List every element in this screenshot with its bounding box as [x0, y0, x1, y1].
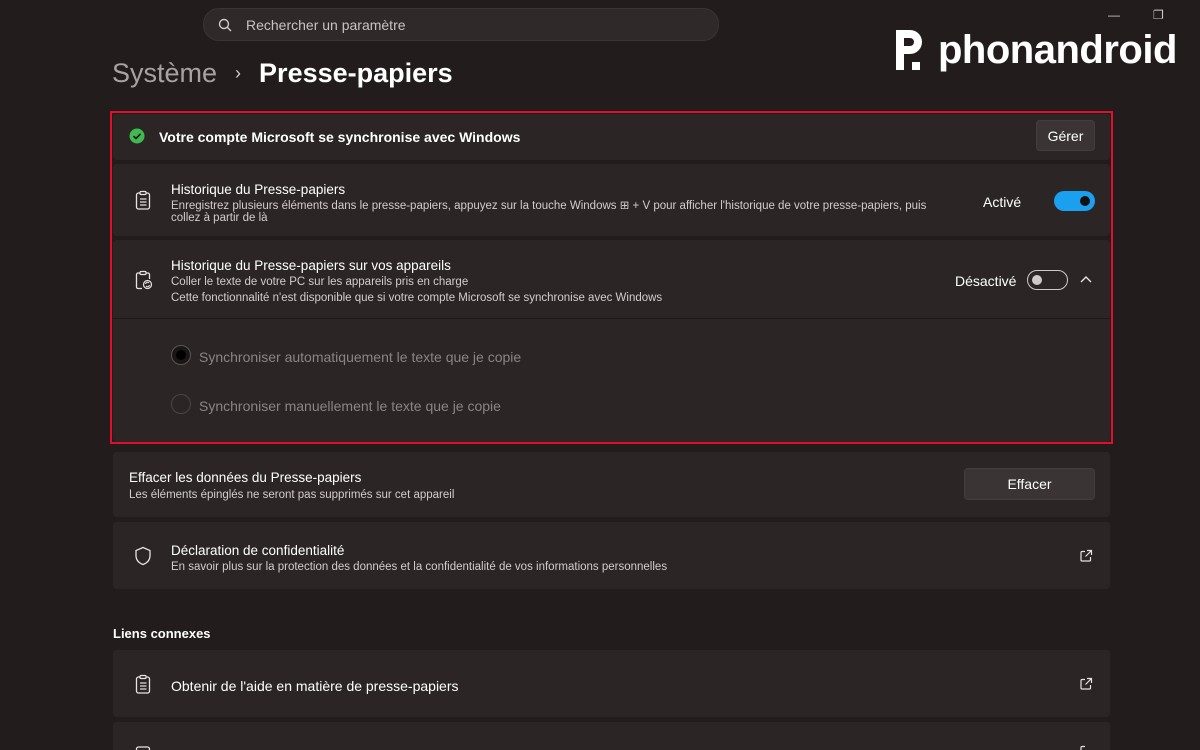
restore-button[interactable]: ❐ — [1153, 8, 1164, 22]
shield-icon — [135, 546, 151, 566]
divider — [113, 318, 1110, 319]
logo-mark-icon — [896, 30, 922, 70]
chevron-up-icon[interactable] — [1079, 274, 1093, 284]
radio-manual-sync[interactable] — [171, 394, 191, 414]
clipboard-list-icon — [135, 674, 151, 694]
manage-button[interactable]: Gérer — [1036, 120, 1095, 151]
devices-title: Historique du Presse-papiers sur vos app… — [171, 258, 451, 273]
radio-manual-sync-label: Synchroniser manuellement le texte que j… — [199, 398, 501, 414]
privacy-desc: En savoir plus sur la protection des don… — [171, 561, 668, 573]
history-toggle[interactable] — [1054, 191, 1095, 211]
external-link-icon[interactable] — [1079, 549, 1093, 563]
privacy-card[interactable]: Déclaration de confidentialité En savoir… — [113, 522, 1110, 589]
help-link-label: Obtenir de l'aide en matière de presse-p… — [171, 678, 459, 694]
page-title: Presse-papiers — [259, 58, 453, 88]
clear-desc: Les éléments épinglés ne seront pas supp… — [129, 489, 455, 501]
history-title: Historique du Presse-papiers — [171, 182, 346, 197]
clear-title: Effacer les données du Presse-papiers — [129, 470, 362, 485]
external-link-icon[interactable] — [1079, 677, 1093, 691]
devices-desc-line2: Cette fonctionnalité n'est disponible qu… — [171, 292, 663, 304]
radio-auto-sync[interactable] — [171, 345, 191, 365]
check-circle-icon — [129, 128, 145, 144]
search-box[interactable] — [203, 8, 719, 41]
clear-data-card: Effacer les données du Presse-papiers Le… — [113, 452, 1110, 517]
clipboard-history-card: Historique du Presse-papiers Enregistrez… — [113, 164, 1110, 236]
minimize-button[interactable]: — — [1108, 8, 1120, 22]
related-links-heading: Liens connexes — [113, 626, 211, 641]
devices-toggle[interactable] — [1027, 270, 1068, 290]
radio-auto-sync-label: Synchroniser automatiquement le texte qu… — [199, 349, 522, 365]
search-icon — [218, 17, 234, 33]
history-desc-line2: collez à partir de là — [171, 212, 268, 224]
devices-history-card: Historique du Presse-papiers sur vos app… — [113, 240, 1110, 442]
privacy-title: Déclaration de confidentialité — [171, 543, 345, 558]
breadcrumb: Système › Presse-papiers — [112, 58, 453, 89]
phonandroid-logo: phonandroid — [892, 26, 1177, 74]
history-state-label: Activé — [983, 194, 1022, 210]
devices-desc-line1: Coller le texte de votre PC sur les appa… — [171, 276, 469, 288]
clipboard-icon — [135, 746, 151, 750]
help-link-card[interactable]: Obtenir de l'aide en matière de presse-p… — [113, 650, 1110, 717]
related-link-card-partial[interactable] — [113, 722, 1110, 750]
sync-banner: Votre compte Microsoft se synchronise av… — [113, 114, 1110, 160]
breadcrumb-parent[interactable]: Système — [112, 58, 217, 89]
history-desc-line1: Enregistrez plusieurs éléments dans le p… — [171, 200, 927, 212]
clear-button[interactable]: Effacer — [964, 468, 1095, 500]
logo-text: phonandroid — [938, 27, 1177, 72]
breadcrumb-separator: › — [235, 63, 242, 83]
search-input[interactable] — [246, 16, 686, 33]
external-link-icon[interactable] — [1079, 744, 1093, 750]
clipboard-list-icon — [135, 190, 151, 210]
sync-banner-text: Votre compte Microsoft se synchronise av… — [159, 129, 521, 145]
clipboard-sync-icon — [135, 270, 153, 290]
devices-state-label: Désactivé — [955, 273, 1017, 289]
